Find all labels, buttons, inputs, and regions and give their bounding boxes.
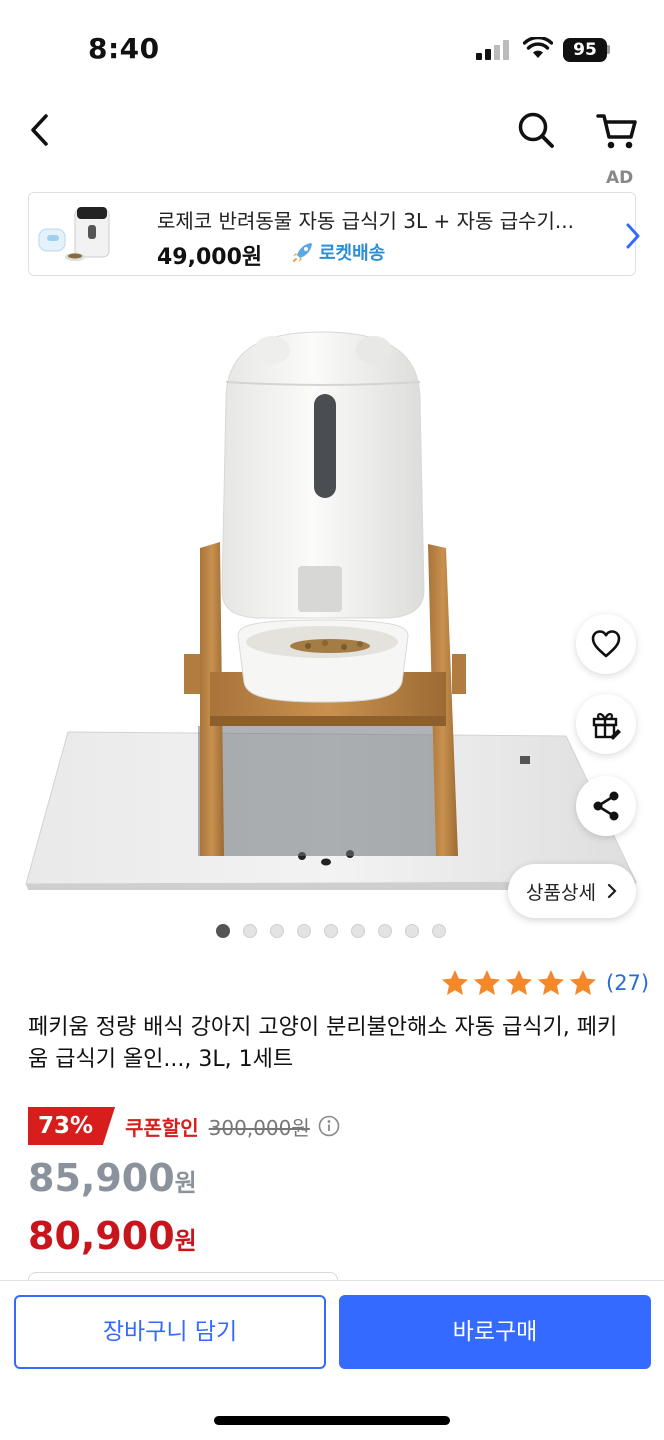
gallery-pagination[interactable] [216,924,446,938]
rocket-delivery-label: 로켓배송 [319,243,386,264]
gallery-dot[interactable] [297,924,311,938]
add-to-cart-button[interactable]: 장바구니 담기 [14,1295,326,1369]
final-price-amount: 80,900 [28,1214,175,1258]
battery-cap [607,45,610,54]
info-icon[interactable] [318,1115,340,1137]
ad-tag: AD [606,168,634,188]
home-indicator[interactable] [214,1416,450,1425]
product-detail-label: 상품상세 [526,881,596,904]
share-button[interactable] [576,776,636,836]
product-image[interactable] [0,290,664,910]
gift-button[interactable] [576,694,636,754]
gallery-dot[interactable] [243,924,257,938]
gallery-dot[interactable] [270,924,284,938]
wifi-icon [523,37,553,58]
chevron-right-icon [607,883,617,899]
battery-level: 95 [563,38,607,62]
sale-price: 85,900원 [28,1156,197,1200]
gift-icon [592,713,621,740]
final-price: 80,900원 [28,1214,197,1258]
wishlist-button[interactable] [576,614,636,674]
ad-price: 49,000원 [157,245,263,270]
gallery-dot[interactable] [378,924,392,938]
gallery-dot[interactable] [351,924,365,938]
chevron-right-icon[interactable] [623,221,643,251]
product-detail-button[interactable]: 상품상세 [508,864,636,918]
currency-unit: 원 [174,1169,197,1197]
ad-title: 로제코 반려동물 자동 급식기 3L + 자동 급수기... [157,209,574,233]
product-title: 페키움 정량 배식 강아지 고양이 분리불안해소 자동 급식기, 페키움 급식기… [28,1015,618,1072]
star-icon [506,970,532,995]
rocket-delivery-badge: 로켓배송 [291,239,385,265]
buy-now-button[interactable]: 바로구매 [339,1295,651,1369]
status-time: 8:40 [88,32,160,65]
rocket-icon [293,243,312,262]
ad-banner[interactable]: 로제코 반려동물 자동 급식기 3L + 자동 급수기... 49,000원 로… [28,192,640,276]
cellular-signal-icon [476,40,509,60]
discount-row: 73% 쿠폰할인 300,000원 [28,1106,340,1146]
top-nav [0,100,664,160]
heart-icon [591,630,621,658]
original-price: 300,000원 [208,1115,310,1140]
gallery-dot[interactable] [432,924,446,938]
star-icon [442,970,468,995]
gallery-dot[interactable] [216,924,230,938]
search-icon[interactable] [514,108,558,152]
back-arrow-icon[interactable] [24,108,58,152]
discount-badge: 73% [28,1107,116,1145]
star-icon [538,970,564,995]
star-icon [570,970,596,995]
status-bar: 8:40 95 [0,0,664,100]
gallery-dot[interactable] [324,924,338,938]
sale-price-amount: 85,900 [28,1156,175,1200]
product-rating[interactable]: (27) [440,968,649,998]
ad-product-thumbnail [38,207,110,261]
cart-icon[interactable] [594,108,640,152]
review-count[interactable]: (27) [606,971,649,995]
gallery-dot[interactable] [405,924,419,938]
currency-unit: 원 [174,1227,197,1255]
coupon-label: 쿠폰할인 [125,1115,199,1140]
share-icon [593,791,619,821]
star-icon [474,970,500,995]
